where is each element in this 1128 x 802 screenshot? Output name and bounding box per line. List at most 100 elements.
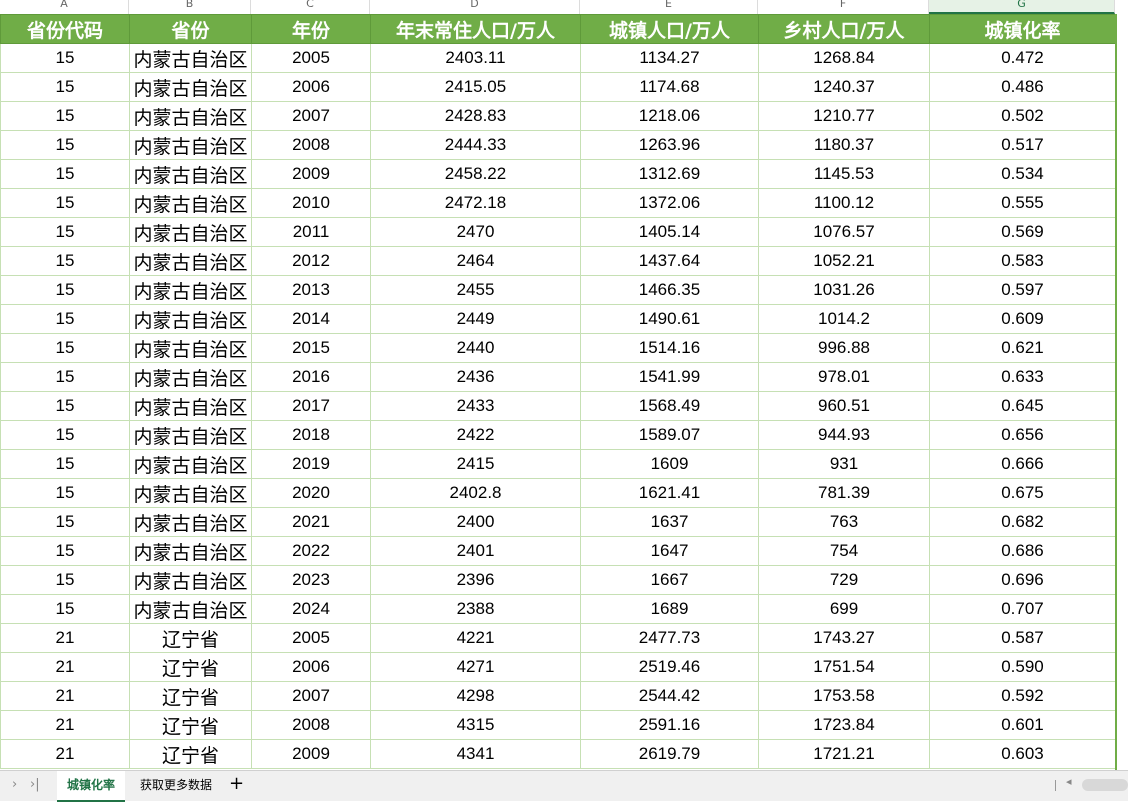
table-cell[interactable]: 2024 <box>251 594 371 624</box>
table-cell[interactable]: 0.502 <box>929 101 1116 131</box>
table-cell[interactable]: 2005 <box>251 623 371 653</box>
table-cell[interactable]: 0.601 <box>929 710 1116 740</box>
table-cell[interactable]: 2005 <box>251 43 371 73</box>
table-cell[interactable]: 21 <box>0 623 130 653</box>
table-cell[interactable]: 2591.16 <box>580 710 759 740</box>
table-cell[interactable]: 21 <box>0 681 130 711</box>
table-cell[interactable]: 2433 <box>370 391 581 421</box>
table-cell[interactable]: 763 <box>758 507 930 537</box>
table-cell[interactable]: 内蒙古自治区 <box>129 478 252 508</box>
table-cell[interactable]: 内蒙古自治区 <box>129 246 252 276</box>
table-cell[interactable]: 0.656 <box>929 420 1116 450</box>
table-cell[interactable]: 1240.37 <box>758 72 930 102</box>
table-cell[interactable]: 15 <box>0 391 130 421</box>
table-cell[interactable]: 978.01 <box>758 362 930 392</box>
table-cell[interactable]: 内蒙古自治区 <box>129 420 252 450</box>
table-cell[interactable]: 0.621 <box>929 333 1116 363</box>
table-cell[interactable]: 2007 <box>251 681 371 711</box>
column-header[interactable]: 省份 <box>129 14 252 44</box>
table-cell[interactable]: 内蒙古自治区 <box>129 391 252 421</box>
table-cell[interactable]: 0.682 <box>929 507 1116 537</box>
table-cell[interactable]: 4341 <box>370 739 581 769</box>
table-cell[interactable]: 754 <box>758 536 930 566</box>
table-cell[interactable]: 1134.27 <box>580 43 759 73</box>
table-cell[interactable]: 1405.14 <box>580 217 759 247</box>
table-cell[interactable]: 1180.37 <box>758 130 930 160</box>
table-cell[interactable]: 0.675 <box>929 478 1116 508</box>
table-cell[interactable]: 1268.84 <box>758 43 930 73</box>
table-cell[interactable]: 内蒙古自治区 <box>129 362 252 392</box>
column-letter[interactable]: E <box>580 0 758 14</box>
table-cell[interactable]: 0.633 <box>929 362 1116 392</box>
column-letter[interactable]: C <box>251 0 370 14</box>
table-cell[interactable]: 2415 <box>370 449 581 479</box>
table-cell[interactable]: 内蒙古自治区 <box>129 159 252 189</box>
table-cell[interactable]: 15 <box>0 565 130 595</box>
table-cell[interactable]: 2440 <box>370 333 581 363</box>
table-cell[interactable]: 内蒙古自治区 <box>129 217 252 247</box>
table-cell[interactable]: 1667 <box>580 565 759 595</box>
table-cell[interactable]: 2007 <box>251 101 371 131</box>
table-cell[interactable]: 0.696 <box>929 565 1116 595</box>
table-cell[interactable]: 2400 <box>370 507 581 537</box>
table-cell[interactable]: 2009 <box>251 739 371 769</box>
table-cell[interactable]: 0.534 <box>929 159 1116 189</box>
table-cell[interactable]: 2458.22 <box>370 159 581 189</box>
table-cell[interactable]: 内蒙古自治区 <box>129 333 252 363</box>
table-cell[interactable]: 15 <box>0 304 130 334</box>
table-cell[interactable]: 15 <box>0 507 130 537</box>
table-cell[interactable]: 2449 <box>370 304 581 334</box>
table-cell[interactable]: 2415.05 <box>370 72 581 102</box>
table-cell[interactable]: 2396 <box>370 565 581 595</box>
table-cell[interactable]: 2006 <box>251 72 371 102</box>
chevron-right-icon[interactable]: › <box>12 777 17 792</box>
table-cell[interactable]: 1437.64 <box>580 246 759 276</box>
table-cell[interactable]: 0.603 <box>929 739 1116 769</box>
table-cell[interactable]: 内蒙古自治区 <box>129 536 252 566</box>
table-cell[interactable]: 1210.77 <box>758 101 930 131</box>
table-cell[interactable]: 15 <box>0 188 130 218</box>
table-cell[interactable]: 0.517 <box>929 130 1116 160</box>
table-cell[interactable]: 0.555 <box>929 188 1116 218</box>
table-cell[interactable]: 0.609 <box>929 304 1116 334</box>
table-cell[interactable]: 15 <box>0 594 130 624</box>
table-cell[interactable]: 1052.21 <box>758 246 930 276</box>
table-cell[interactable]: 内蒙古自治区 <box>129 304 252 334</box>
table-cell[interactable]: 1145.53 <box>758 159 930 189</box>
table-cell[interactable]: 2006 <box>251 652 371 682</box>
table-cell[interactable]: 1014.2 <box>758 304 930 334</box>
table-cell[interactable]: 1743.27 <box>758 623 930 653</box>
table-cell[interactable]: 15 <box>0 43 130 73</box>
table-cell[interactable]: 内蒙古自治区 <box>129 275 252 305</box>
chevron-last-icon[interactable]: ›| <box>30 777 40 792</box>
table-cell[interactable]: 2022 <box>251 536 371 566</box>
table-cell[interactable]: 2428.83 <box>370 101 581 131</box>
table-cell[interactable]: 0.592 <box>929 681 1116 711</box>
table-cell[interactable]: 2436 <box>370 362 581 392</box>
table-cell[interactable]: 0.472 <box>929 43 1116 73</box>
table-cell[interactable]: 15 <box>0 536 130 566</box>
table-cell[interactable]: 2011 <box>251 217 371 247</box>
table-cell[interactable]: 1647 <box>580 536 759 566</box>
table-cell[interactable]: 2403.11 <box>370 43 581 73</box>
table-cell[interactable]: 1372.06 <box>580 188 759 218</box>
table-cell[interactable]: 1100.12 <box>758 188 930 218</box>
table-cell[interactable]: 4315 <box>370 710 581 740</box>
table-cell[interactable]: 内蒙古自治区 <box>129 43 252 73</box>
table-cell[interactable]: 2021 <box>251 507 371 537</box>
table-cell[interactable]: 2401 <box>370 536 581 566</box>
table-cell[interactable]: 2470 <box>370 217 581 247</box>
column-header[interactable]: 城镇人口/万人 <box>580 14 759 44</box>
table-cell[interactable]: 2619.79 <box>580 739 759 769</box>
table-cell[interactable]: 931 <box>758 449 930 479</box>
table-cell[interactable]: 1589.07 <box>580 420 759 450</box>
table-cell[interactable]: 1609 <box>580 449 759 479</box>
table-cell[interactable]: 2519.46 <box>580 652 759 682</box>
table-cell[interactable]: 2455 <box>370 275 581 305</box>
column-header[interactable]: 乡村人口/万人 <box>758 14 930 44</box>
table-cell[interactable]: 1076.57 <box>758 217 930 247</box>
table-cell[interactable]: 2388 <box>370 594 581 624</box>
table-cell[interactable]: 2013 <box>251 275 371 305</box>
table-cell[interactable]: 15 <box>0 362 130 392</box>
table-cell[interactable]: 辽宁省 <box>129 739 252 769</box>
